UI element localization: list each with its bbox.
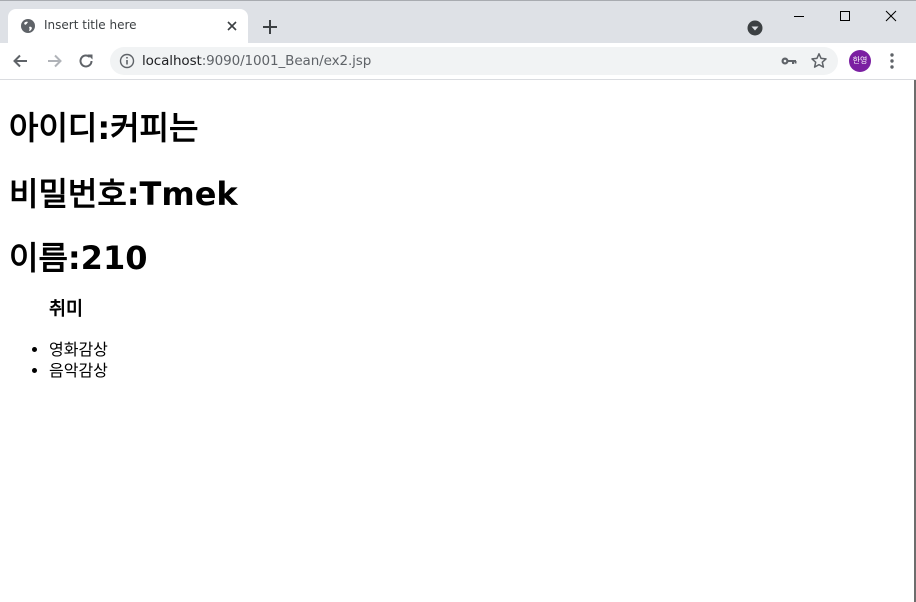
close-window-button[interactable] [868, 1, 914, 31]
url-host: localhost [142, 53, 202, 69]
tab-search-icon[interactable] [746, 19, 764, 37]
more-menu-icon[interactable] [884, 51, 900, 71]
name-heading: 이름:210 [9, 239, 148, 277]
id-heading: 아이디:커피는 [9, 109, 199, 147]
address-bar[interactable]: localhost:9090/1001_Bean/ex2.jsp [110, 47, 838, 75]
url-text[interactable]: localhost:9090/1001_Bean/ex2.jsp [142, 53, 371, 69]
tab-strip: Insert title here [0, 0, 916, 44]
close-icon [885, 10, 897, 22]
hobby-heading: 취미 [49, 299, 84, 320]
new-tab-icon[interactable] [260, 17, 280, 37]
close-tab-icon[interactable] [224, 18, 240, 34]
back-arrow-icon[interactable] [11, 51, 31, 71]
maximize-button[interactable] [822, 1, 868, 31]
key-icon[interactable] [780, 53, 798, 69]
minimize-icon [794, 16, 804, 17]
list-item: 영화감상 [49, 339, 108, 360]
url-path: :9090/1001_Bean/ex2.jsp [201, 53, 372, 69]
maximize-icon [840, 11, 850, 21]
info-icon[interactable] [119, 53, 135, 69]
page-content: 아이디:커피는 비밀번호:Tmek 이름:210 취미 영화감상 음악감상 [0, 80, 914, 602]
hobby-list: 영화감상 음악감상 [49, 339, 108, 381]
forward-arrow-icon[interactable] [44, 51, 64, 71]
password-heading: 비밀번호:Tmek [9, 175, 238, 213]
globe-icon [21, 19, 35, 33]
reload-icon[interactable] [76, 51, 96, 71]
browser-toolbar: localhost:9090/1001_Bean/ex2.jsp 한영 [0, 43, 916, 80]
tab-title: Insert title here [44, 18, 137, 32]
minimize-button[interactable] [776, 1, 822, 31]
list-item: 음악감상 [49, 360, 108, 381]
profile-avatar[interactable]: 한영 [849, 50, 871, 72]
bookmark-star-icon[interactable] [810, 52, 828, 70]
browser-tab[interactable]: Insert title here [8, 9, 248, 44]
